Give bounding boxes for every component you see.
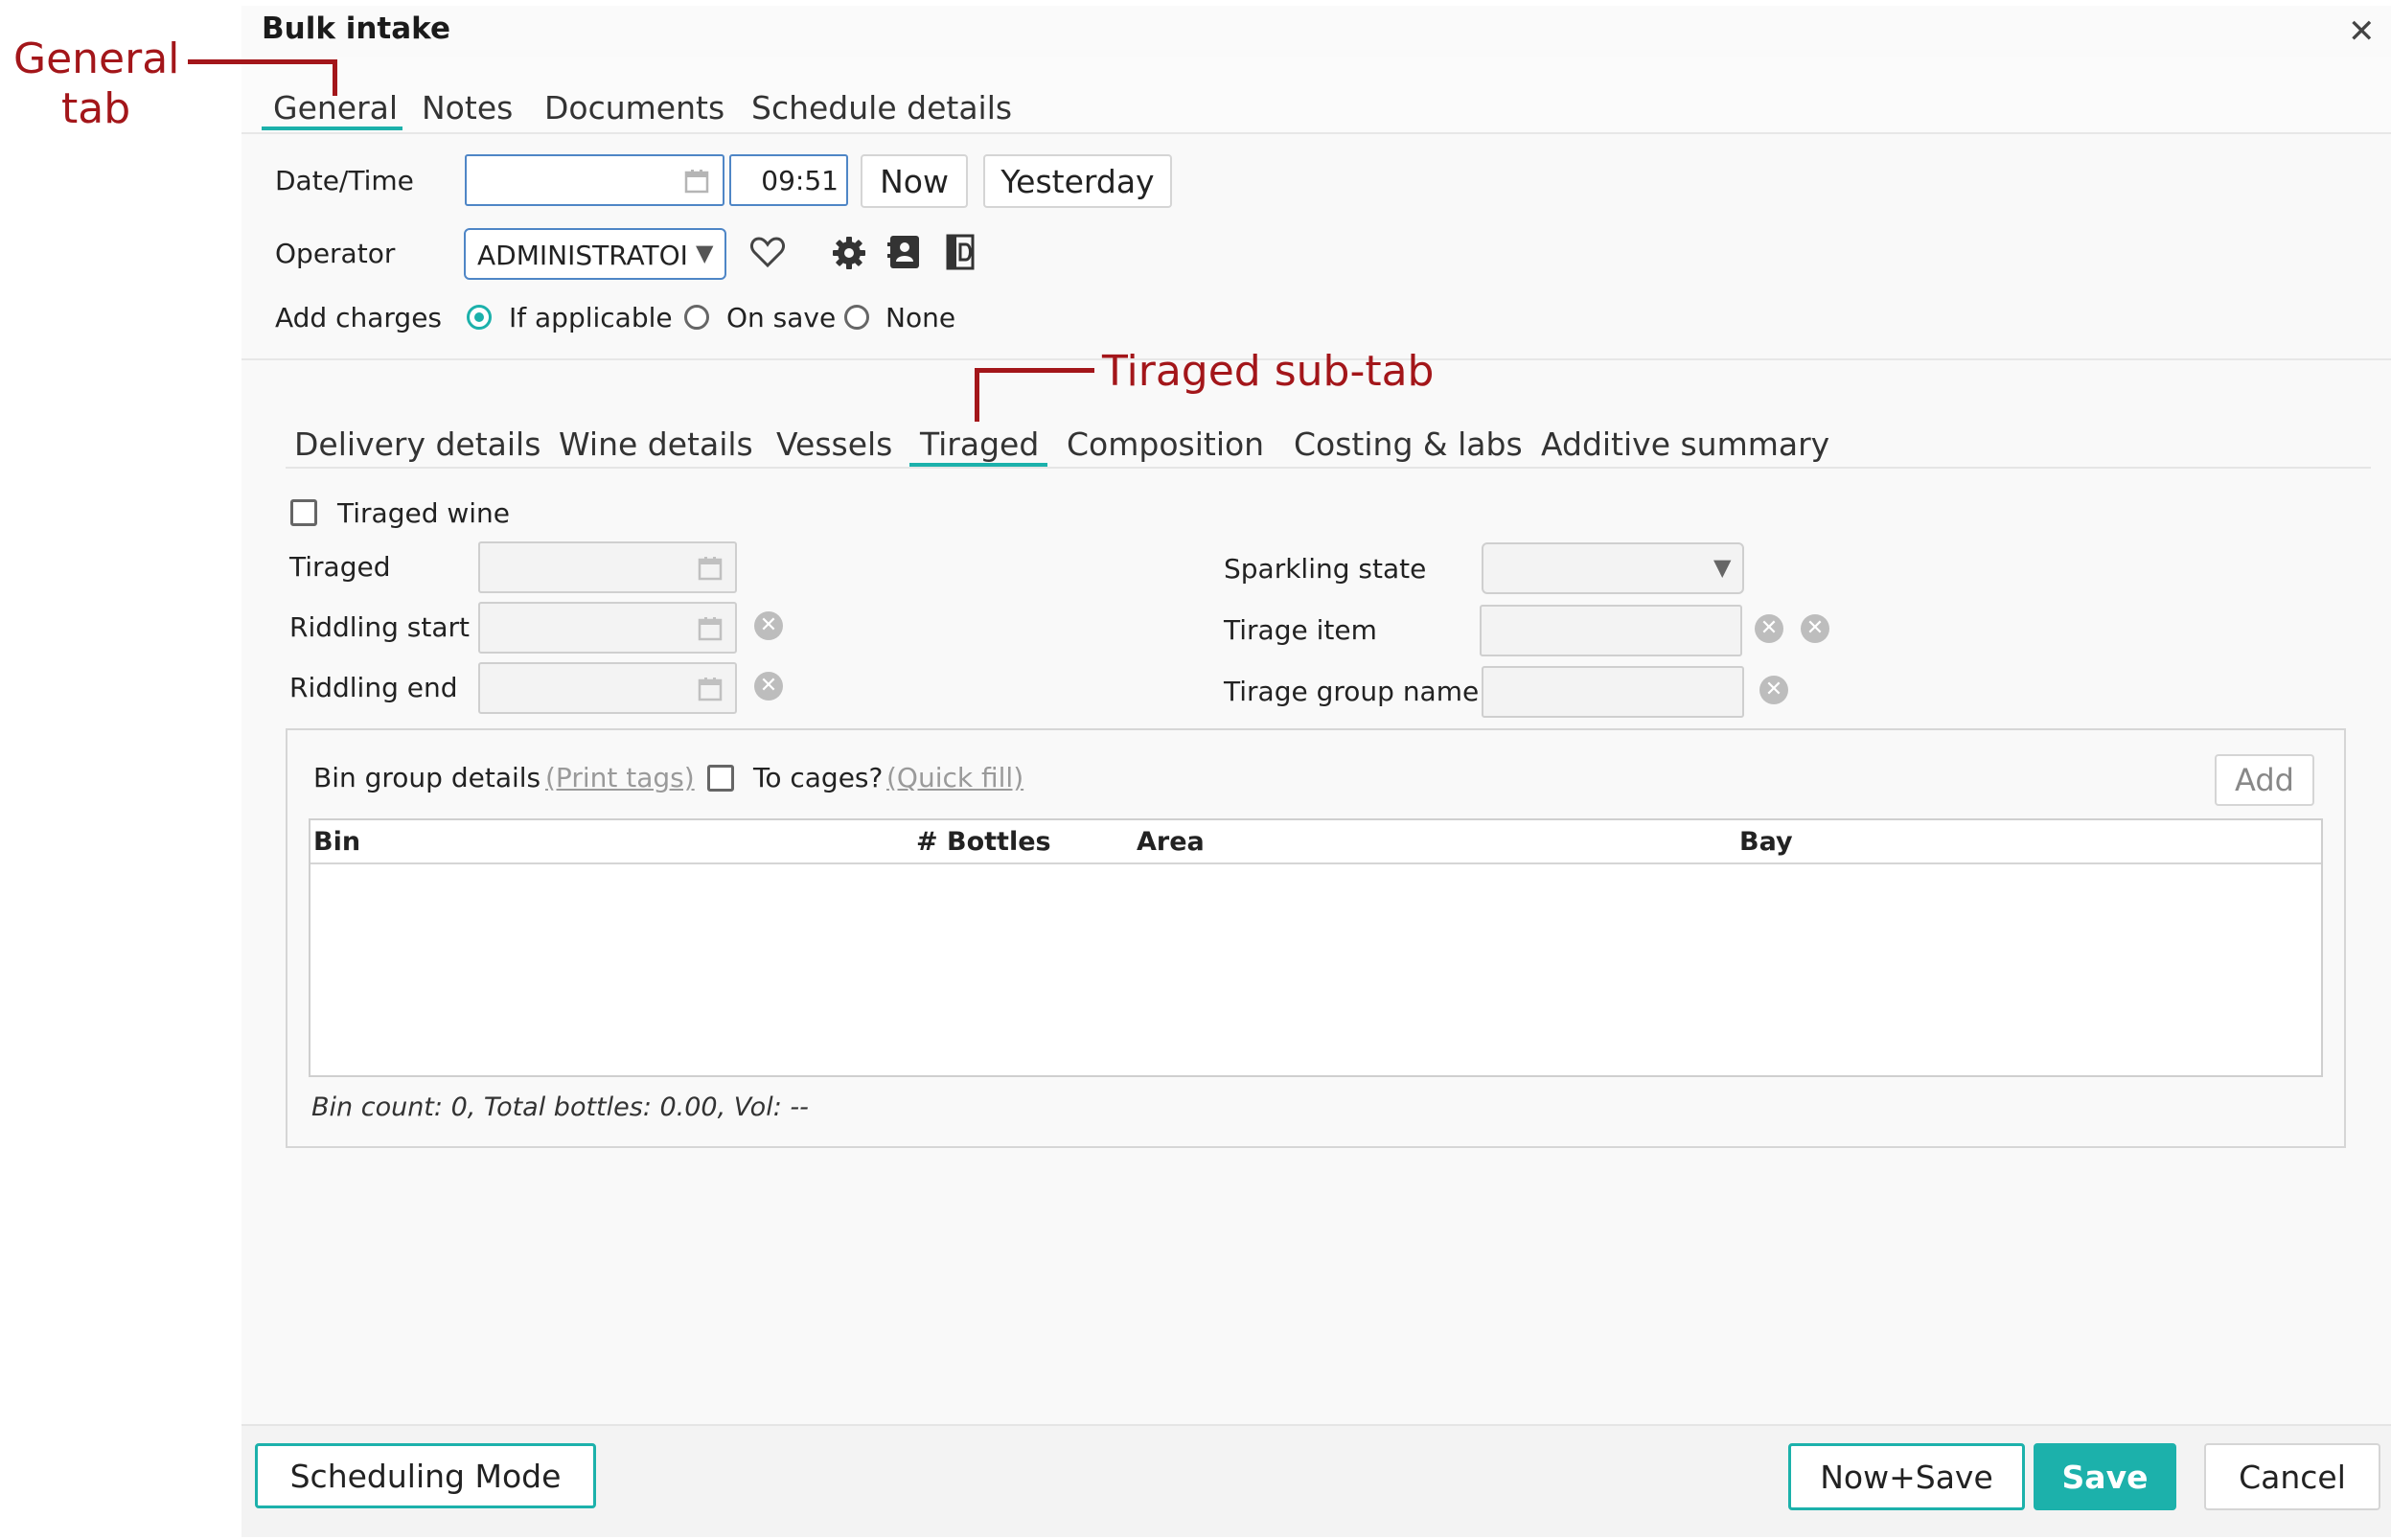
sparkling-state-label: Sparkling state [1224,553,1427,585]
tiraged-wine-checkbox[interactable] [290,499,317,526]
column-header-bottles[interactable]: # Bottles [916,827,1051,857]
bin-grid-header [310,820,2321,864]
date-input[interactable] [465,154,724,206]
charges-radio-on-save[interactable] [684,305,709,330]
close-icon[interactable]: ✕ [2348,15,2376,48]
subtab-composition[interactable]: Composition [1067,425,1264,463]
document-icon[interactable] [945,233,979,271]
calendar-icon[interactable] [697,615,724,642]
subtab-costing-labs[interactable]: Costing & labs [1294,425,1523,463]
subtab-additive-summary[interactable]: Additive summary [1541,425,1829,463]
charges-radio-if-applicable[interactable] [467,305,492,330]
annotation-general-tab-line2: tab [61,84,131,133]
now-button[interactable]: Now [861,154,968,208]
dialog-title: Bulk intake [262,11,450,46]
chevron-down-icon: ▼ [696,240,714,266]
to-cages-checkbox[interactable] [707,765,734,792]
riddling-end-label: Riddling end [289,672,458,703]
clear-tirage-item-icon[interactable]: ✕ [1755,614,1783,643]
tab-notes[interactable]: Notes [422,89,513,126]
print-tags-link[interactable]: (Print tags) [545,762,695,793]
calendar-icon[interactable] [683,168,710,195]
column-header-bin[interactable]: Bin [313,827,360,857]
riddling-start-label: Riddling start [289,611,470,643]
subtab-wine-details[interactable]: Wine details [559,425,753,463]
tirage-item-label: Tirage item [1224,614,1377,646]
operator-select[interactable]: ADMINISTRATOI ▼ [464,228,726,280]
subtab-divider [286,467,2371,469]
tirage-group-name-input[interactable] [1482,666,1744,718]
charges-option-on-save[interactable]: On save [726,302,836,333]
riddling-end-input[interactable] [478,662,737,714]
clear-tirage-item-secondary-icon[interactable]: ✕ [1801,614,1829,643]
quick-fill-link[interactable]: (Quick fill) [886,762,1023,793]
time-input[interactable]: 09:51 [729,154,848,206]
tirage-group-name-label: Tirage group name [1224,676,1480,707]
tiraged-wine-label[interactable]: Tiraged wine [337,497,510,529]
annotation-tiraged-subtab: Tiraged sub-tab [1102,347,1435,396]
clear-riddling-start-icon[interactable]: ✕ [754,611,783,640]
yesterday-button[interactable]: Yesterday [983,154,1172,208]
tab-schedule-details[interactable]: Schedule details [751,89,1012,126]
sparkling-state-select[interactable]: ▼ [1482,542,1744,594]
add-charges-label: Add charges [275,302,443,333]
annotation-general-line-h [188,59,337,64]
charges-option-if-applicable[interactable]: If applicable [509,302,673,333]
annotation-general-line-v [333,59,337,96]
to-cages-label[interactable]: To cages? [753,762,883,793]
operator-value: ADMINISTRATOI [477,240,688,271]
clear-tirage-group-name-icon[interactable]: ✕ [1759,676,1788,704]
column-header-bay[interactable]: Bay [1739,827,1793,857]
clear-riddling-end-icon[interactable]: ✕ [754,672,783,701]
calendar-icon[interactable] [697,676,724,702]
chevron-down-icon: ▼ [1713,554,1732,581]
subtab-delivery-details[interactable]: Delivery details [294,425,540,463]
charges-radio-none[interactable] [844,305,869,330]
tab-general-underline [262,126,402,130]
annotation-tiraged-line-h [975,368,1094,373]
tirage-item-input[interactable] [1480,605,1742,656]
annotation-general-tab-line1: General [13,34,180,83]
calendar-icon[interactable] [697,555,724,582]
column-header-area[interactable]: Area [1137,827,1205,857]
save-button[interactable]: Save [2034,1443,2176,1510]
tiraged-label: Tiraged [289,551,391,583]
dialog-titlebar [241,6,2391,59]
subtab-tiraged[interactable]: Tiraged [920,425,1039,463]
charges-option-none[interactable]: None [885,302,955,333]
cancel-button[interactable]: Cancel [2204,1443,2380,1510]
riddling-start-input[interactable] [478,602,737,654]
now-save-button[interactable]: Now+Save [1788,1443,2025,1510]
bin-group-title: Bin group details [313,762,541,793]
annotation-tiraged-line-v [975,368,979,422]
tiraged-date-input[interactable] [478,541,737,593]
operator-label: Operator [275,238,396,269]
heart-icon[interactable] [749,235,786,269]
datetime-label: Date/Time [275,165,414,196]
add-bin-button[interactable]: Add [2215,754,2314,806]
scheduling-mode-button[interactable]: Scheduling Mode [255,1443,596,1508]
gear-icon[interactable] [832,236,866,270]
contact-card-icon[interactable] [887,233,922,271]
subtab-vessels[interactable]: Vessels [776,425,892,463]
bin-summary: Bin count: 0, Total bottles: 0.00, Vol: … [311,1092,809,1122]
tab-documents[interactable]: Documents [544,89,724,126]
